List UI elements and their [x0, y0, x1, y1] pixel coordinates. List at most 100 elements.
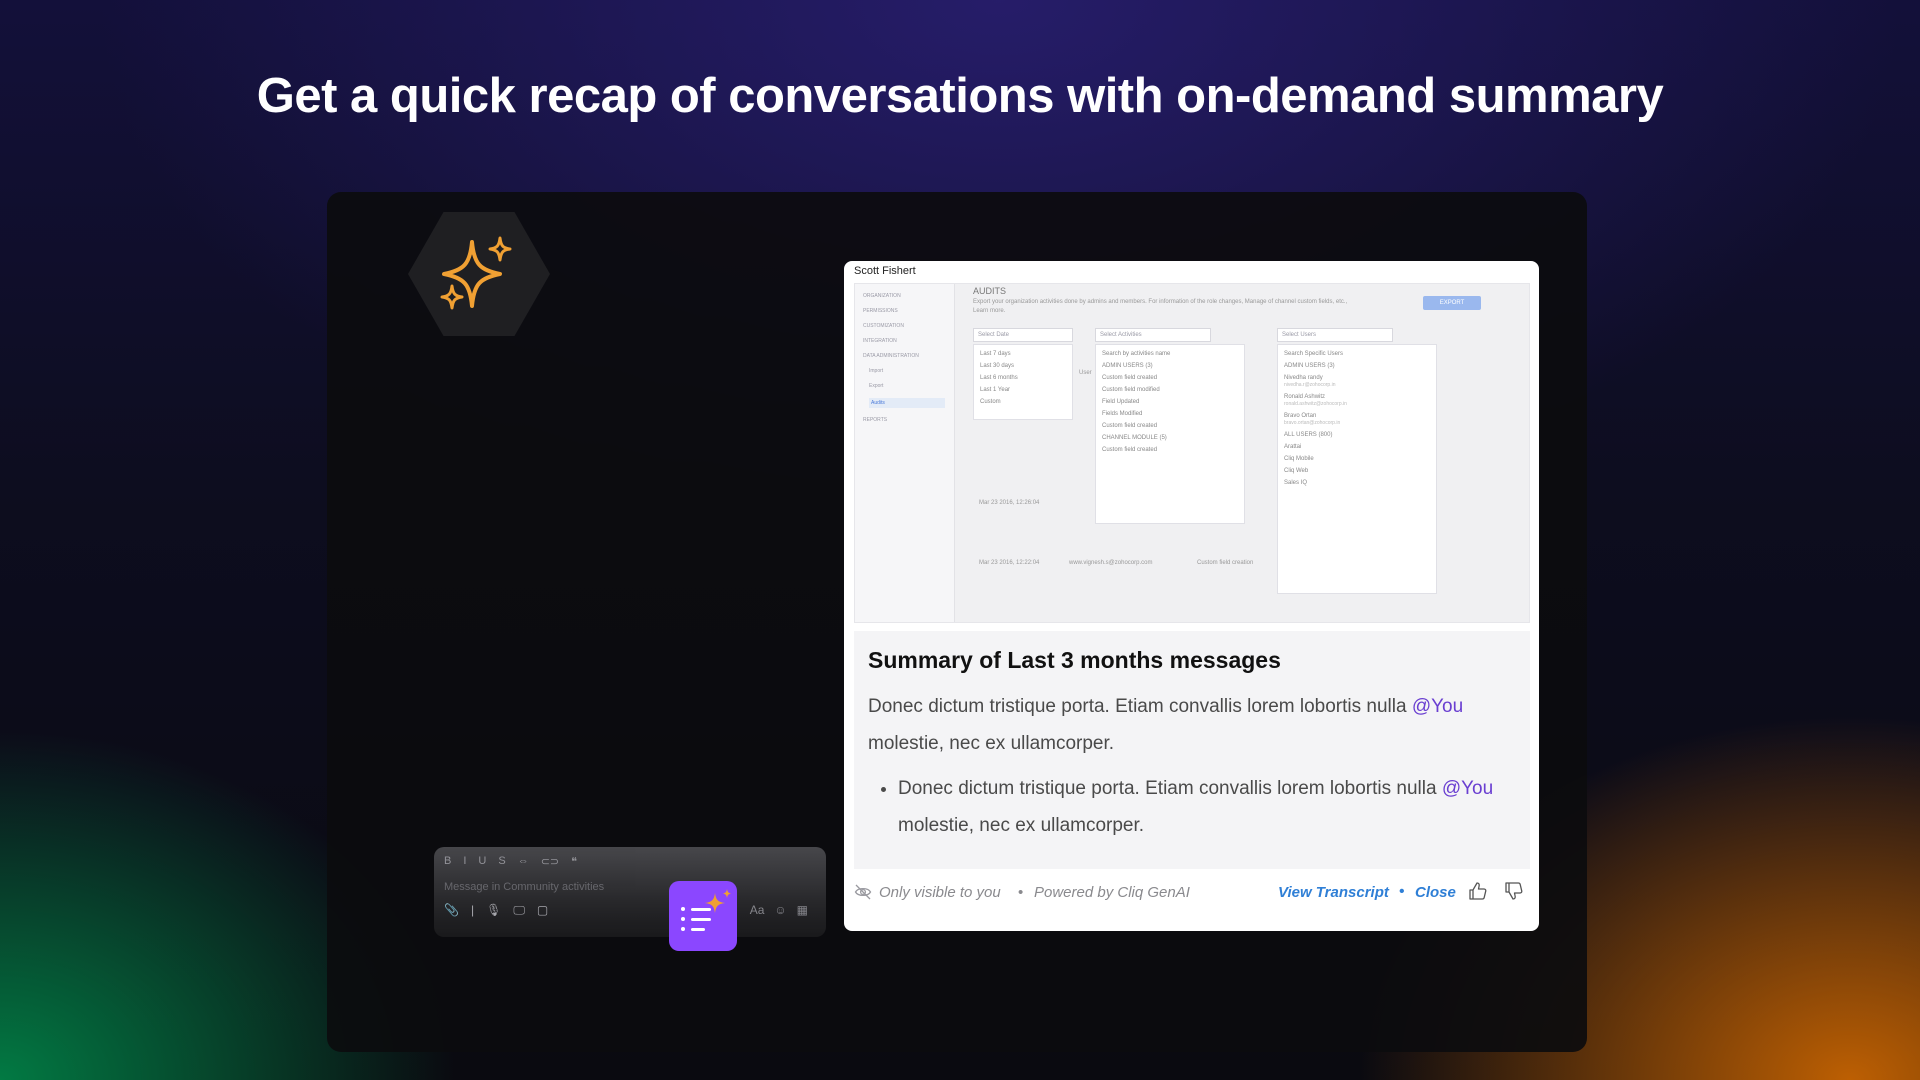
preview-description: Export your organization activities done…	[973, 299, 1348, 314]
preview-nav-item: ORGANIZATION	[863, 293, 901, 299]
page-headline: Get a quick recap of conversations with …	[256, 69, 1664, 123]
underline-icon[interactable]: U	[478, 855, 486, 868]
strikethrough-icon[interactable]: S	[498, 855, 505, 868]
preview-group: ALL USERS (800)	[1284, 432, 1333, 438]
preview-date-options: Last 7 days Last 30 days Last 6 months L…	[973, 344, 1073, 420]
preview-group: ADMIN USERS (3)	[1284, 363, 1335, 369]
footer-dot: •	[1399, 883, 1405, 900]
preview-nav-item: REPORTS	[863, 417, 888, 423]
preview-title: AUDITS	[973, 286, 1007, 296]
summary-button[interactable]	[669, 881, 737, 951]
video-preview[interactable]: ORGANIZATION PERMISSIONS CUSTOMIZATION I…	[854, 283, 1530, 623]
summary-bullets: Donec dictum tristique porta. Etiam conv…	[868, 770, 1516, 844]
bullet-tail: molestie, nec ex ullamcorper.	[898, 815, 1145, 836]
mention-you[interactable]: @You	[1442, 778, 1493, 799]
screen-share-icon[interactable]: 🖵	[513, 903, 525, 918]
view-transcript-link[interactable]: View Transcript	[1278, 884, 1389, 901]
preview-users-list: Search Specific Users ADMIN USERS (3) Ni…	[1277, 344, 1437, 594]
visibility-note: Only visible to you	[879, 884, 1001, 901]
summary-paragraph-tail: molestie, nec ex ullamcorper.	[868, 733, 1115, 754]
preview-nav-item: Import	[869, 368, 884, 374]
mention-you[interactable]: @You	[1412, 696, 1463, 717]
attach-icon[interactable]: 📎	[444, 903, 459, 918]
footer-separator: •	[1018, 884, 1024, 901]
preview-bot: Sales IQ	[1284, 480, 1308, 486]
close-link[interactable]: Close	[1415, 884, 1456, 901]
preview-row-action: Custom field creation	[1197, 560, 1254, 566]
preview-sidebar: ORGANIZATION PERMISSIONS CUSTOMIZATION I…	[855, 284, 955, 622]
preview-option: Custom	[980, 399, 1001, 405]
quote-icon[interactable]: ⇔	[518, 855, 529, 868]
preview-user-name: Ronald Ashwitz	[1284, 394, 1326, 400]
preview-bot: Arattai	[1284, 444, 1302, 450]
preview-nav-item: PERMISSIONS	[863, 308, 898, 314]
text-format-icon[interactable]: Aa	[750, 903, 765, 917]
preview-option: Last 6 months	[980, 375, 1018, 381]
mic-icon[interactable]: 🎙	[486, 903, 501, 918]
preview-user-email: bravo.ortan@zohocorp.in	[1284, 420, 1341, 426]
preview-option: Last 7 days	[980, 351, 1011, 357]
eye-off-icon	[854, 884, 872, 900]
preview-nav-item: Export	[869, 383, 884, 389]
preview-option: Last 30 days	[980, 363, 1015, 369]
calendar-icon[interactable]: ▦	[797, 903, 808, 917]
composer-tools: 📎 | 🎙 🖵 ▢	[444, 903, 548, 918]
summary-footer: Only visible to you • Powered by Cliq Ge…	[854, 873, 1530, 913]
preview-bot: Cliq Mobile	[1284, 456, 1314, 462]
summary-paragraph: Donec dictum tristique porta. Etiam conv…	[868, 688, 1508, 762]
thumbs-down-icon[interactable]	[1504, 881, 1524, 901]
blockquote-icon[interactable]: ❝	[571, 855, 577, 868]
preview-user-email: ronald.ashwitz@zohocorp.in	[1284, 401, 1347, 407]
preview-bot: Cliq Web	[1284, 468, 1309, 474]
sender-name: Scott Fishert	[854, 265, 916, 277]
preview-activity: Custom field created	[1102, 423, 1158, 429]
emoji-icon[interactable]: ☺	[774, 903, 786, 917]
message-composer[interactable]: B I U S ⇔ ⊂⊃ ❝ Message in Community acti…	[434, 847, 826, 937]
sparkle-icon	[440, 236, 512, 310]
preview-group: CHANNEL MODULE (5)	[1102, 435, 1167, 441]
composer-placeholder[interactable]: Message in Community activities	[444, 881, 604, 893]
preview-activity: Fields Modified	[1102, 411, 1143, 417]
preview-user-email: nivedha.r@zohocorp.in	[1284, 382, 1336, 388]
preview-user-label: User	[1079, 370, 1092, 376]
summary-sparkle-icon	[705, 889, 731, 913]
bold-icon[interactable]: B	[444, 855, 451, 868]
video-icon[interactable]: ▢	[537, 903, 548, 918]
tool-divider: |	[470, 903, 475, 917]
preview-select-users: Select Users	[1277, 328, 1393, 342]
preview-nav-item: INTEGRATION	[863, 338, 897, 344]
preview-row-user: www.vignesh.s@zohocorp.com	[1069, 560, 1153, 566]
preview-activity: Custom field modified	[1102, 387, 1160, 393]
link-icon[interactable]: ⊂⊃	[541, 855, 559, 868]
preview-search: Search by activities name	[1102, 351, 1171, 357]
summary-card: Scott Fishert ORGANIZATION PERMISSIONS C…	[844, 261, 1539, 931]
italic-icon[interactable]: I	[463, 855, 466, 868]
list-item: Donec dictum tristique porta. Etiam conv…	[898, 770, 1518, 844]
preview-nav-item-active: Audits	[869, 398, 945, 408]
summary-paragraph-text: Donec dictum tristique porta. Etiam conv…	[868, 696, 1407, 717]
preview-nav-item: CUSTOMIZATION	[863, 323, 904, 329]
preview-group: ADMIN USERS (3)	[1102, 363, 1153, 369]
preview-user-name: Bravo Ortan	[1284, 413, 1317, 419]
preview-row-date: Mar 23 2016, 12:26:04	[979, 500, 1040, 506]
preview-activity: Custom field created	[1102, 447, 1158, 453]
format-toolbar: B I U S ⇔ ⊂⊃ ❝	[444, 855, 577, 868]
bullet-text: Donec dictum tristique porta. Etiam conv…	[898, 778, 1437, 799]
powered-by: Powered by Cliq GenAI	[1034, 884, 1190, 901]
summary-title: Summary of Last 3 months messages	[868, 647, 1281, 673]
preview-activities-list: Search by activities name ADMIN USERS (3…	[1095, 344, 1245, 524]
composer-tools-right: Aa ☺ ▦	[750, 903, 808, 917]
preview-option: Last 1 Year	[980, 387, 1011, 393]
preview-row-date: Mar 23 2016, 12:22:04	[979, 560, 1040, 566]
preview-export-button: EXPORT	[1423, 296, 1481, 310]
preview-select-activities: Select Activities	[1095, 328, 1211, 342]
preview-main: AUDITS Export your organization activiti…	[965, 284, 1521, 622]
preview-activity: Field Updated	[1102, 399, 1140, 405]
thumbs-up-icon[interactable]	[1468, 881, 1488, 901]
preview-search: Search Specific Users	[1284, 351, 1344, 357]
preview-select-date: Select Date	[973, 328, 1073, 342]
preview-activity: Custom field created	[1102, 375, 1158, 381]
summary-content: Summary of Last 3 months messages Donec …	[854, 631, 1530, 869]
preview-nav-item: DATA ADMINISTRATION	[863, 353, 919, 359]
preview-user-name: Nivedha randy	[1284, 375, 1323, 381]
